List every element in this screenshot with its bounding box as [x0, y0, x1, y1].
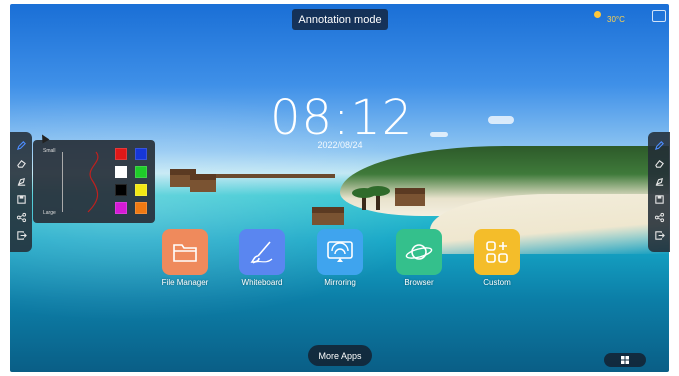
windows-button[interactable]	[604, 353, 646, 367]
app-browser[interactable]: Browser	[389, 229, 449, 287]
planet-icon	[396, 229, 442, 275]
clear-icon[interactable]	[14, 174, 28, 188]
color-swatch[interactable]	[115, 166, 127, 178]
app-label: Mirroring	[324, 278, 356, 287]
cast-icon	[317, 229, 363, 275]
app-file-manager[interactable]: File Manager	[155, 229, 215, 287]
share-icon[interactable]	[652, 210, 666, 224]
hut-scenery	[312, 207, 344, 225]
hut-scenery	[190, 174, 216, 192]
app-mirroring[interactable]: Mirroring	[310, 229, 370, 287]
clock-time: 08:12	[270, 90, 414, 146]
save-icon[interactable]	[652, 192, 666, 206]
brush-icon	[239, 229, 285, 275]
color-swatch[interactable]	[115, 148, 127, 160]
clock-date: 2022/08/24	[317, 140, 363, 150]
cloud	[430, 132, 448, 137]
pen-icon[interactable]	[652, 138, 666, 152]
color-swatch[interactable]	[135, 202, 147, 214]
clear-icon[interactable]	[652, 174, 666, 188]
stroke-preview	[87, 151, 99, 213]
left-annotation-toolbar	[10, 132, 32, 252]
share-icon[interactable]	[14, 210, 28, 224]
app-label: Browser	[404, 278, 434, 287]
exit-icon[interactable]	[652, 228, 666, 242]
color-swatch[interactable]	[135, 166, 147, 178]
app-label: File Manager	[161, 278, 209, 287]
color-swatch[interactable]	[135, 148, 147, 160]
app-label: Whiteboard	[241, 278, 283, 287]
pen-size-slider[interactable]	[62, 152, 63, 212]
sun-icon	[594, 11, 601, 18]
palm-scenery	[352, 188, 376, 210]
app-custom[interactable]: Custom	[467, 229, 527, 287]
cloud	[488, 116, 514, 124]
grid-plus-icon	[474, 229, 520, 275]
app-label: Custom	[483, 278, 511, 287]
pen-icon[interactable]	[14, 138, 28, 152]
pier-scenery	[215, 174, 335, 178]
more-apps-button[interactable]: More Apps	[308, 345, 372, 366]
weather-widget: 30°C	[594, 8, 644, 28]
color-swatch[interactable]	[115, 184, 127, 196]
windows-icon	[621, 356, 629, 364]
right-annotation-toolbar	[648, 132, 670, 252]
size-large-label: Large	[43, 210, 56, 216]
hut-scenery	[395, 188, 425, 206]
color-swatch[interactable]	[115, 202, 127, 214]
exit-icon[interactable]	[14, 228, 28, 242]
pen-settings-panel: Small Large	[33, 140, 155, 223]
annotation-mode-button[interactable]: Annotation mode	[292, 9, 388, 30]
app-whiteboard[interactable]: Whiteboard	[232, 229, 292, 287]
eraser-icon[interactable]	[14, 156, 28, 170]
temperature: 30°C	[607, 15, 625, 24]
color-swatch[interactable]	[135, 184, 147, 196]
window-icon[interactable]	[652, 10, 666, 22]
folder-icon	[162, 229, 208, 275]
save-icon[interactable]	[14, 192, 28, 206]
palm-scenery	[366, 186, 390, 210]
size-small-label: Small	[43, 148, 56, 154]
eraser-icon[interactable]	[652, 156, 666, 170]
